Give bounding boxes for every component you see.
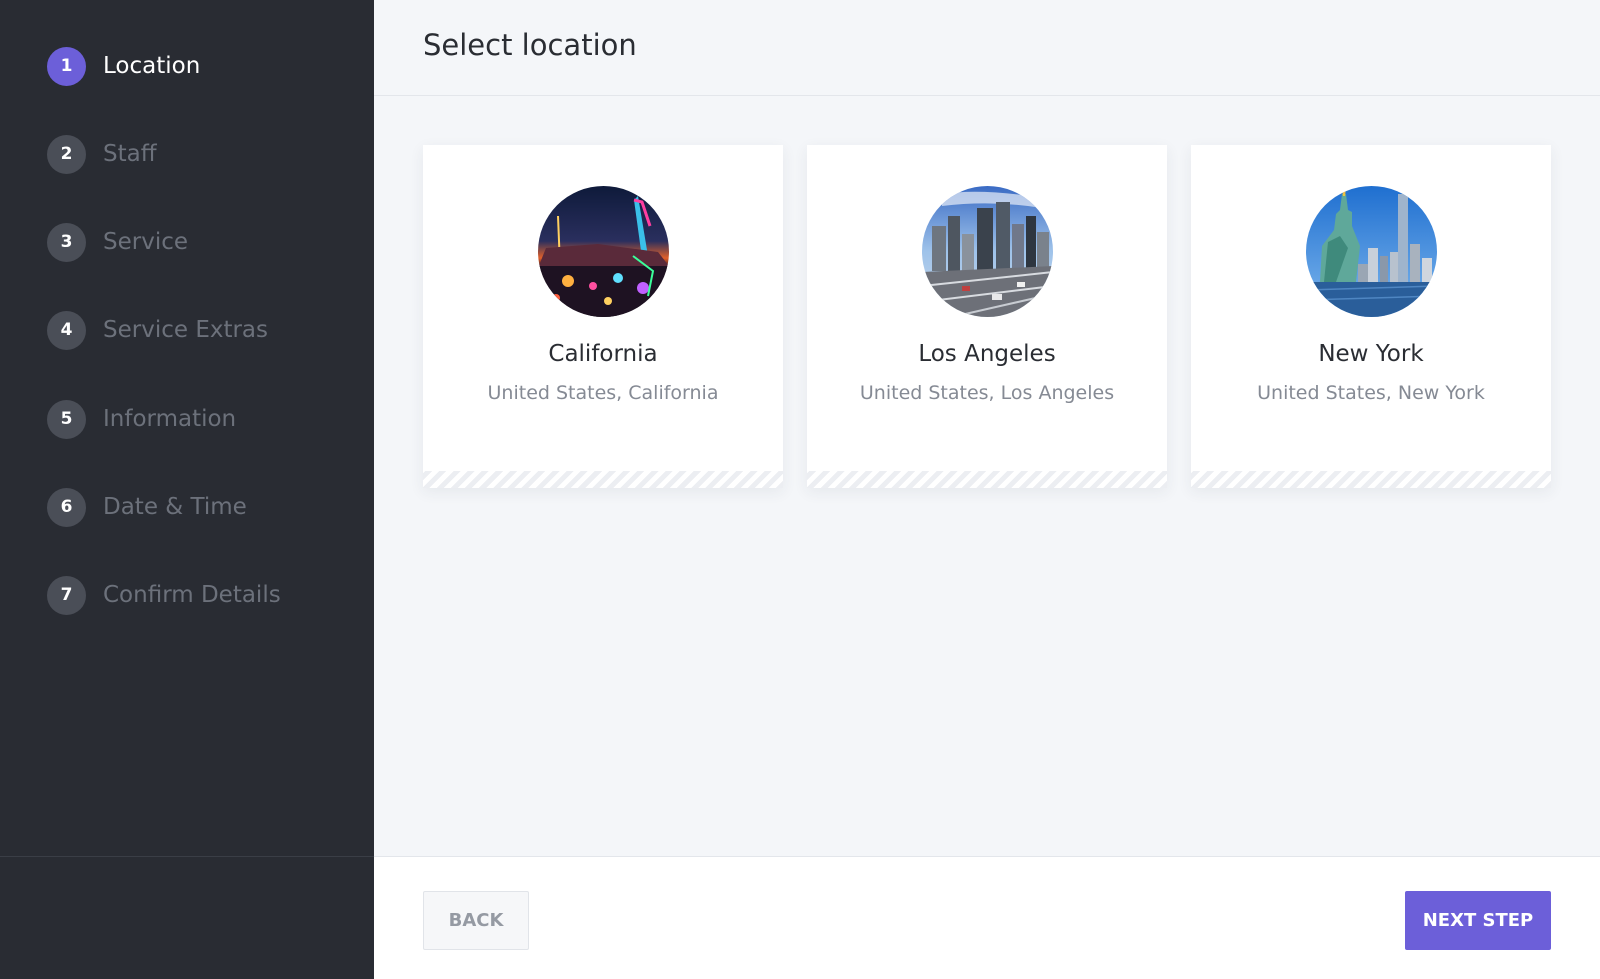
back-button[interactable]: BACK	[423, 891, 529, 950]
step-number-badge: 7	[47, 575, 86, 615]
step-number-badge: 1	[47, 46, 86, 86]
location-name: New York	[1318, 341, 1424, 367]
next-step-button[interactable]: NEXT STEP	[1405, 891, 1551, 950]
page-header: Select location	[374, 0, 1600, 96]
step-number-badge: 5	[47, 399, 86, 439]
step-label: Date & Time	[103, 494, 247, 520]
step-number-badge: 3	[47, 222, 86, 262]
step-number-badge: 4	[47, 310, 86, 350]
location-card-california[interactable]: California United States, California	[423, 145, 783, 488]
step-label: Location	[103, 53, 201, 79]
location-name: Los Angeles	[918, 341, 1056, 367]
step-location[interactable]: 1 Location	[47, 46, 200, 86]
los-angeles-skyline-photo	[922, 186, 1053, 317]
step-number-badge: 2	[47, 134, 86, 174]
location-subtitle: United States, New York	[1257, 382, 1485, 404]
california-carnival-photo	[538, 186, 669, 317]
card-stripe-decoration	[807, 471, 1167, 488]
step-label: Service	[103, 229, 189, 255]
step-sidebar: 1 Location 2 Staff 3 Service 4 Service E…	[0, 0, 374, 979]
location-subtitle: United States, California	[487, 382, 719, 404]
footer-bar: BACK NEXT STEP	[374, 856, 1600, 979]
step-confirm-details[interactable]: 7 Confirm Details	[47, 575, 281, 615]
location-subtitle: United States, Los Angeles	[859, 382, 1115, 404]
location-card-los-angeles[interactable]: Los Angeles United States, Los Angeles	[807, 145, 1167, 488]
step-label: Service Extras	[103, 317, 269, 343]
location-name: California	[548, 341, 658, 367]
main-panel: Select location California United States…	[374, 0, 1600, 979]
card-stripe-decoration	[423, 471, 783, 488]
step-date-time[interactable]: 6 Date & Time	[47, 487, 247, 527]
location-card-new-york[interactable]: New York United States, New York	[1191, 145, 1551, 488]
sidebar-divider	[0, 856, 374, 857]
card-stripe-decoration	[1191, 471, 1551, 488]
page-title: Select location	[423, 28, 637, 62]
step-information[interactable]: 5 Information	[47, 399, 236, 439]
step-number-badge: 6	[47, 487, 86, 527]
step-label: Confirm Details	[103, 582, 281, 608]
step-staff[interactable]: 2 Staff	[47, 134, 157, 174]
step-label: Information	[103, 406, 237, 432]
step-service-extras[interactable]: 4 Service Extras	[47, 310, 268, 350]
new-york-statue-of-liberty-photo	[1306, 186, 1437, 317]
step-service[interactable]: 3 Service	[47, 222, 188, 262]
step-label: Staff	[103, 141, 157, 167]
